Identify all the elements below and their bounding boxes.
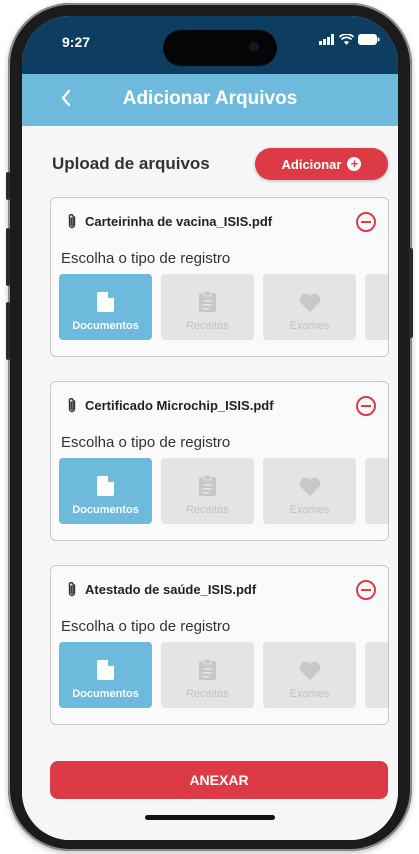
- choose-type-label: Escolha o tipo de registro: [61, 618, 231, 635]
- type-label: Receitas: [186, 688, 229, 700]
- document-icon: [97, 660, 114, 680]
- side-button-volume-down: [6, 302, 10, 360]
- type-option-more[interactable]: [365, 274, 388, 340]
- status-time: 9:27: [62, 34, 91, 50]
- remove-file-icon[interactable]: [356, 580, 376, 600]
- type-option-exames[interactable]: Exames: [263, 642, 356, 708]
- side-button-power: [409, 248, 413, 338]
- type-option-more[interactable]: [365, 642, 388, 708]
- record-type-options: Documentos Receitas Exames: [59, 274, 388, 340]
- battery-icon: [358, 34, 380, 45]
- side-button-mute: [6, 172, 10, 200]
- plus-circle-icon: +: [347, 157, 362, 171]
- type-option-receitas[interactable]: Receitas: [161, 642, 254, 708]
- file-card: Certificado Microchip_ISIS.pdf Escolha o…: [50, 381, 389, 541]
- main-content: Upload de arquivos Adicionar + Carteirin…: [22, 126, 398, 840]
- heart-icon: [299, 477, 320, 496]
- type-option-exames[interactable]: Exames: [263, 274, 356, 340]
- file-name-row: Atestado de saúde_ISIS.pdf: [65, 580, 256, 598]
- file-name: Atestado de saúde_ISIS.pdf: [85, 581, 257, 597]
- paperclip-icon: [68, 397, 76, 413]
- clipboard-icon: [199, 659, 216, 680]
- type-option-documentos[interactable]: Documentos: [59, 642, 152, 708]
- type-label: Documentos: [72, 504, 139, 516]
- screen: 9:27 Adicionar Arquivos Upload de arquiv…: [22, 16, 398, 840]
- type-label: Exames: [289, 320, 330, 332]
- type-option-more[interactable]: [365, 458, 388, 524]
- file-name: Carteirinha de vacina_ISIS.pdf: [85, 213, 273, 229]
- type-label: Receitas: [186, 320, 229, 332]
- record-type-options: Documentos Receitas Exames: [59, 642, 388, 708]
- type-label: Exames: [289, 688, 330, 700]
- document-icon: [97, 476, 114, 496]
- type-label: Exames: [289, 504, 330, 516]
- file-card: Atestado de saúde_ISIS.pdf Escolha o tip…: [50, 565, 389, 725]
- type-label: Documentos: [72, 688, 139, 700]
- type-option-receitas[interactable]: Receitas: [161, 274, 254, 340]
- status-bar: 9:27: [22, 16, 398, 74]
- camera-icon: [249, 42, 259, 52]
- page-title: Adicionar Arquivos: [122, 88, 298, 109]
- add-file-button[interactable]: Adicionar +: [255, 148, 388, 180]
- type-label: Documentos: [72, 320, 139, 332]
- file-name-row: Carteirinha de vacina_ISIS.pdf: [65, 212, 272, 230]
- wifi-icon: [339, 34, 354, 45]
- file-name: Certificado Microchip_ISIS.pdf: [85, 397, 274, 413]
- document-icon: [97, 292, 114, 312]
- status-icons: [319, 34, 380, 45]
- signal-icon: [319, 34, 334, 45]
- file-card: Carteirinha de vacina_ISIS.pdf Escolha o…: [50, 197, 389, 357]
- add-button-label: Adicionar: [281, 156, 342, 172]
- clipboard-icon: [199, 291, 216, 312]
- choose-type-label: Escolha o tipo de registro: [61, 434, 231, 451]
- remove-file-icon[interactable]: [356, 396, 376, 416]
- remove-file-icon[interactable]: [356, 212, 376, 232]
- type-option-exames[interactable]: Exames: [263, 458, 356, 524]
- heart-icon: [299, 293, 320, 312]
- side-button-volume-up: [6, 228, 10, 286]
- attach-button[interactable]: ANEXAR: [50, 761, 388, 799]
- type-option-documentos[interactable]: Documentos: [59, 458, 152, 524]
- heart-icon: [299, 661, 320, 680]
- type-option-receitas[interactable]: Receitas: [161, 458, 254, 524]
- home-indicator: [145, 815, 275, 820]
- type-label: Receitas: [186, 504, 229, 516]
- clipboard-icon: [199, 475, 216, 496]
- file-name-row: Certificado Microchip_ISIS.pdf: [65, 396, 274, 414]
- paperclip-icon: [68, 581, 76, 597]
- choose-type-label: Escolha o tipo de registro: [61, 250, 231, 267]
- record-type-options: Documentos Receitas Exames: [59, 458, 388, 524]
- paperclip-icon: [68, 213, 76, 229]
- upload-title: Upload de arquivos: [52, 154, 210, 173]
- type-option-documentos[interactable]: Documentos: [59, 274, 152, 340]
- header-bar: Adicionar Arquivos: [22, 74, 398, 126]
- dynamic-island: [163, 30, 277, 66]
